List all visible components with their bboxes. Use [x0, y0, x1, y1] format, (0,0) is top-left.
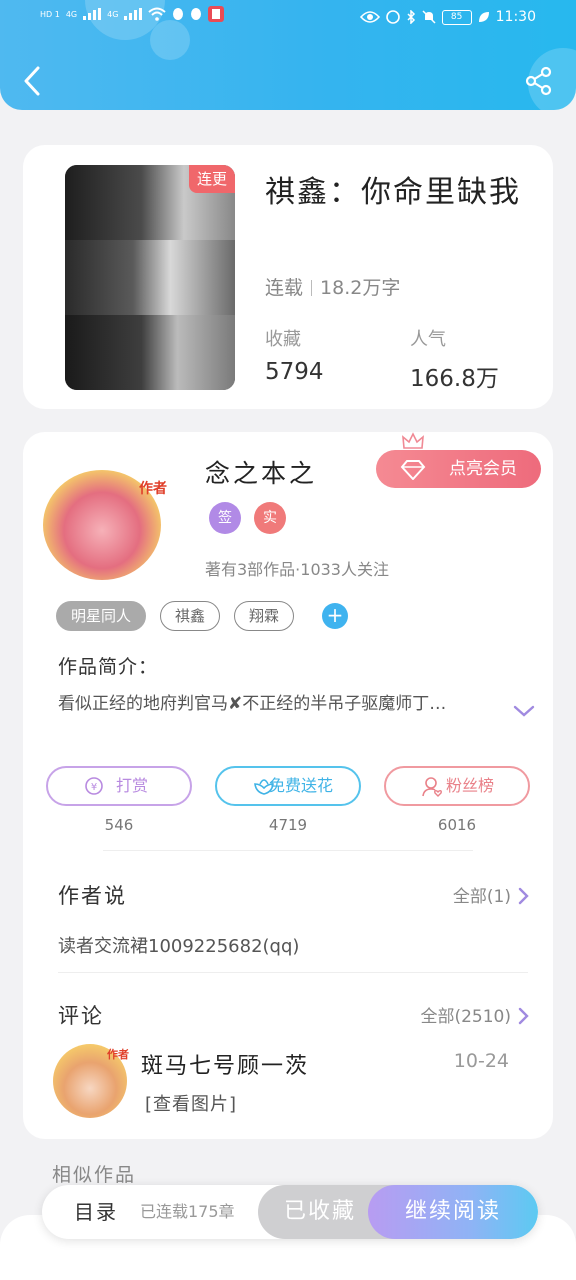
- tag-list: 明星同人 祺鑫 翔霖 +: [56, 601, 349, 631]
- bottom-action-bar: 目录 已连载175章 已收藏 继续阅读: [42, 1185, 538, 1239]
- word-count: 18.2万字: [320, 277, 401, 299]
- divider: [103, 850, 473, 851]
- favorites-value: 5794: [265, 359, 324, 385]
- flower-count: 4719: [268, 816, 308, 834]
- qq-icon: [173, 8, 184, 20]
- chevron-left-icon: [24, 66, 40, 96]
- top-header: HD 1 4G 4G 85 11:30: [0, 0, 576, 110]
- commenter-avatar[interactable]: 作者: [53, 1044, 129, 1118]
- chapter-count: 已连载175章: [140, 1202, 235, 1221]
- comments-title: 评论: [58, 1004, 104, 1028]
- send-flower-label: 免费送花: [268, 776, 333, 795]
- flower-icon: [254, 779, 274, 795]
- author-says-more[interactable]: 全部(1): [453, 882, 529, 907]
- comment-text[interactable]: [查看图片]: [145, 1090, 237, 1116]
- author-says-title: 作者说: [58, 884, 127, 908]
- vip-button[interactable]: 点亮会员: [376, 450, 541, 488]
- coin-icon: ¥: [85, 777, 103, 795]
- verified-chip: 实: [254, 502, 286, 534]
- commenter-name[interactable]: 斑马七号顾一茨: [141, 1048, 309, 1080]
- author-badge: 作者: [139, 481, 167, 497]
- commenter-badge: 作者: [107, 1048, 129, 1061]
- similar-works-label: 相似作品: [52, 1164, 137, 1186]
- author-says-text: 读者交流裙1009225682(qq): [58, 936, 300, 957]
- popularity-value: 166.8万: [410, 366, 499, 392]
- toc-button[interactable]: 目录: [74, 1185, 118, 1239]
- book-title: 祺鑫：你命里缺我: [265, 175, 521, 210]
- signed-chip: 签: [209, 502, 241, 534]
- author-card: 作者 念之本之 点亮会员 签 实 著有3部作品·1033人关注 明星同人 祺鑫 …: [23, 432, 553, 1139]
- fan-rank-icon: [422, 777, 442, 797]
- status-bar: HD 1 4G 4G 85 11:30: [0, 0, 576, 36]
- tag-pill[interactable]: 明星同人: [56, 601, 147, 631]
- reward-button[interactable]: ¥ 打赏: [46, 766, 192, 806]
- send-flower-button[interactable]: 免费送花: [215, 766, 361, 806]
- fan-rank-button[interactable]: 粉丝榜: [384, 766, 530, 806]
- tag-pill[interactable]: 祺鑫: [160, 601, 221, 631]
- reward-count: 546: [104, 816, 134, 834]
- author-avatar[interactable]: 作者: [43, 470, 167, 580]
- author-subtitle: 著有3部作品·1033人关注: [205, 560, 389, 579]
- vip-label: 点亮会员: [449, 459, 517, 479]
- mute-icon: [422, 10, 436, 24]
- reader-app-icon: [208, 6, 225, 22]
- comments-more-label: 全部(2510): [420, 1007, 511, 1027]
- network-label-1: 4G: [65, 9, 78, 19]
- eye-icon: [359, 11, 380, 23]
- fan-rank-count: 6016: [437, 816, 477, 834]
- intro-label: 作品简介：: [58, 656, 159, 678]
- clock: 11:30: [495, 9, 536, 25]
- diamond-icon: [400, 460, 426, 480]
- signal-icon-2: [124, 8, 143, 20]
- author-name[interactable]: 念之本之: [205, 454, 317, 490]
- back-button[interactable]: [20, 64, 46, 98]
- reward-label: 打赏: [115, 776, 148, 795]
- intro-text: 看似正经的地府判官马✘不正经的半吊子驱魔师丁…: [58, 694, 447, 714]
- wifi-icon: [148, 7, 167, 21]
- popularity-label: 人气: [410, 329, 446, 350]
- chevron-right-icon: [518, 887, 529, 905]
- share-button[interactable]: [524, 66, 554, 96]
- favorites-label: 收藏: [265, 329, 301, 350]
- leaf-icon: [478, 12, 489, 22]
- add-tag-button[interactable]: +: [322, 603, 349, 629]
- divider: [58, 972, 528, 973]
- book-status: 连载: [265, 277, 304, 299]
- chevron-down-icon[interactable]: [513, 704, 535, 718]
- crown-icon: [402, 432, 424, 449]
- network-label-2: 4G: [107, 9, 119, 19]
- comment-date: 10-24: [453, 1050, 509, 1072]
- author-says-more-label: 全部(1): [452, 887, 511, 907]
- favorited-label: 已收藏: [283, 1199, 356, 1224]
- bluetooth-icon: [407, 10, 415, 24]
- comments-more[interactable]: 全部(2510): [420, 1002, 529, 1027]
- fan-rank-label: 粉丝榜: [445, 776, 494, 795]
- continue-reading-button[interactable]: 继续阅读: [368, 1185, 538, 1239]
- tag-pill[interactable]: 翔霖: [234, 601, 295, 631]
- alarm-icon: [385, 10, 400, 24]
- signal-icon: [83, 8, 102, 20]
- book-meta: 连载 18.2万字: [265, 273, 400, 300]
- chevron-right-icon: [518, 1007, 529, 1025]
- svg-text:¥: ¥: [91, 782, 97, 793]
- battery-indicator: 85: [441, 9, 472, 25]
- book-cover[interactable]: 连更: [65, 165, 235, 390]
- qq-icon-2: [191, 8, 202, 20]
- sim-label-1: HD 1: [40, 9, 60, 19]
- share-icon: [525, 66, 552, 96]
- serial-tag: 连更: [189, 165, 235, 193]
- book-info-card: 连更 祺鑫：你命里缺我 连载 18.2万字 收藏 5794 人气 166.8万: [23, 145, 553, 409]
